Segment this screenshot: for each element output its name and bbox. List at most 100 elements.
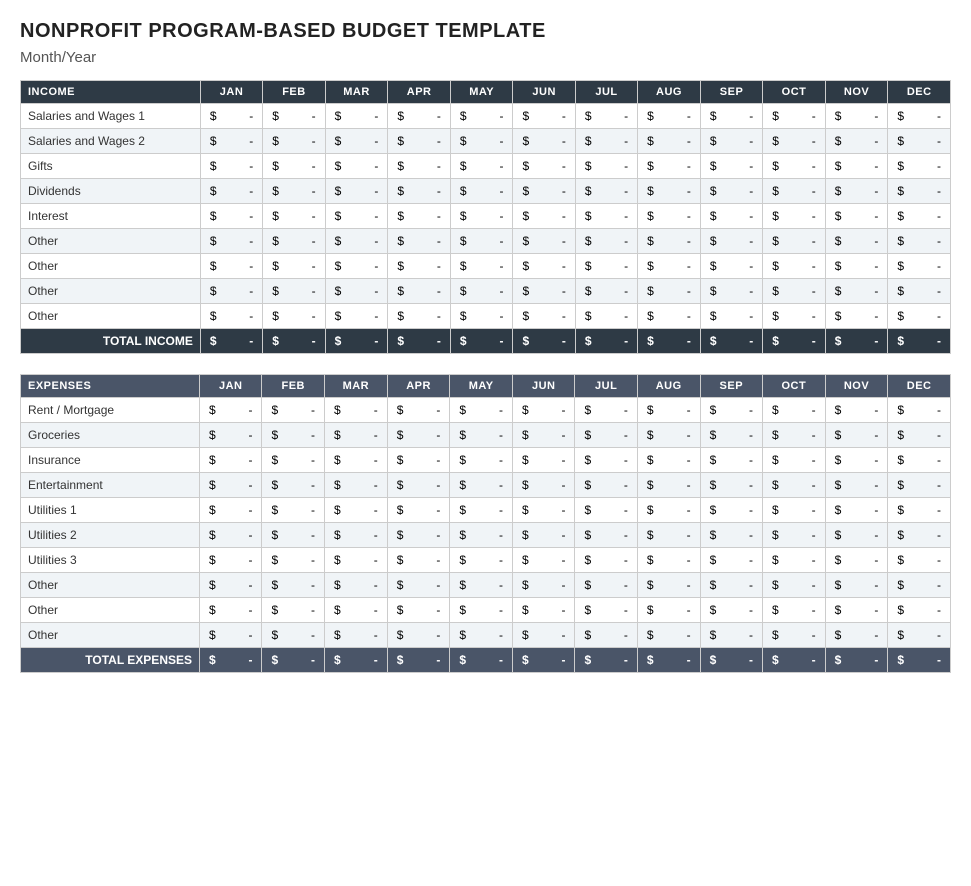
income-cell[interactable]: $- — [763, 179, 826, 204]
income-cell[interactable]: $- — [888, 304, 951, 329]
income-cell[interactable]: $- — [825, 279, 888, 304]
income-cell[interactable]: $- — [325, 129, 388, 154]
expense-cell[interactable]: $- — [700, 398, 762, 423]
expense-cell[interactable]: $- — [387, 498, 450, 523]
income-cell[interactable]: $- — [450, 179, 513, 204]
expense-cell[interactable]: $- — [450, 448, 513, 473]
income-cell[interactable]: $- — [888, 104, 951, 129]
expense-cell[interactable]: $- — [324, 573, 387, 598]
income-cell[interactable]: $- — [700, 129, 762, 154]
expense-cell[interactable]: $- — [262, 598, 324, 623]
income-cell[interactable]: $- — [575, 179, 637, 204]
expense-cell[interactable]: $- — [200, 548, 262, 573]
expense-cell[interactable]: $- — [450, 523, 513, 548]
expense-cell[interactable]: $- — [200, 598, 262, 623]
expense-cell[interactable]: $- — [512, 623, 574, 648]
income-cell[interactable]: $- — [700, 154, 762, 179]
expense-cell[interactable]: $- — [763, 573, 826, 598]
income-cell[interactable]: $- — [825, 229, 888, 254]
income-cell[interactable]: $- — [763, 254, 826, 279]
expense-cell[interactable]: $- — [575, 598, 637, 623]
expense-cell[interactable]: $- — [387, 448, 450, 473]
expense-cell[interactable]: $- — [825, 473, 888, 498]
income-cell[interactable]: $- — [263, 279, 325, 304]
expense-cell[interactable]: $- — [262, 398, 324, 423]
income-cell[interactable]: $- — [888, 229, 951, 254]
income-cell[interactable]: $- — [513, 154, 575, 179]
expense-cell[interactable]: $- — [387, 398, 450, 423]
expense-cell[interactable]: $- — [262, 473, 324, 498]
income-cell[interactable]: $- — [388, 104, 451, 129]
expense-cell[interactable]: $- — [825, 623, 888, 648]
income-cell[interactable]: $- — [325, 104, 388, 129]
expense-cell[interactable]: $- — [450, 398, 513, 423]
expense-cell[interactable]: $- — [825, 548, 888, 573]
expense-cell[interactable]: $- — [575, 498, 637, 523]
income-cell[interactable]: $- — [200, 154, 262, 179]
income-cell[interactable]: $- — [263, 304, 325, 329]
expense-cell[interactable]: $- — [888, 423, 951, 448]
expense-cell[interactable]: $- — [700, 523, 762, 548]
income-cell[interactable]: $- — [763, 229, 826, 254]
expense-cell[interactable]: $- — [575, 523, 637, 548]
expense-cell[interactable]: $- — [763, 473, 826, 498]
income-cell[interactable]: $- — [888, 279, 951, 304]
income-cell[interactable]: $- — [825, 179, 888, 204]
income-cell[interactable]: $- — [450, 104, 513, 129]
income-cell[interactable]: $- — [575, 279, 637, 304]
expense-cell[interactable]: $- — [888, 598, 951, 623]
income-cell[interactable]: $- — [200, 229, 262, 254]
expense-cell[interactable]: $- — [700, 498, 762, 523]
expense-cell[interactable]: $- — [387, 423, 450, 448]
expense-cell[interactable]: $- — [637, 623, 700, 648]
income-cell[interactable]: $- — [450, 279, 513, 304]
expense-cell[interactable]: $- — [637, 498, 700, 523]
expense-cell[interactable]: $- — [512, 398, 574, 423]
income-cell[interactable]: $- — [325, 204, 388, 229]
income-cell[interactable]: $- — [450, 229, 513, 254]
expense-cell[interactable]: $- — [700, 448, 762, 473]
income-cell[interactable]: $- — [200, 104, 262, 129]
income-cell[interactable]: $- — [513, 229, 575, 254]
expense-cell[interactable]: $- — [512, 423, 574, 448]
income-cell[interactable]: $- — [513, 279, 575, 304]
expense-cell[interactable]: $- — [450, 548, 513, 573]
expense-cell[interactable]: $- — [763, 398, 826, 423]
income-cell[interactable]: $- — [825, 129, 888, 154]
income-cell[interactable]: $- — [263, 204, 325, 229]
expense-cell[interactable]: $- — [450, 623, 513, 648]
income-cell[interactable]: $- — [888, 129, 951, 154]
income-cell[interactable]: $- — [513, 129, 575, 154]
income-cell[interactable]: $- — [450, 204, 513, 229]
expense-cell[interactable]: $- — [512, 448, 574, 473]
income-cell[interactable]: $- — [263, 104, 325, 129]
income-cell[interactable]: $- — [825, 254, 888, 279]
expense-cell[interactable]: $- — [888, 398, 951, 423]
income-cell[interactable]: $- — [575, 129, 637, 154]
expense-cell[interactable]: $- — [575, 573, 637, 598]
income-cell[interactable]: $- — [325, 279, 388, 304]
income-cell[interactable]: $- — [700, 179, 762, 204]
income-cell[interactable]: $- — [638, 154, 701, 179]
income-cell[interactable]: $- — [638, 254, 701, 279]
expense-cell[interactable]: $- — [888, 473, 951, 498]
income-cell[interactable]: $- — [263, 254, 325, 279]
income-cell[interactable]: $- — [450, 129, 513, 154]
expense-cell[interactable]: $- — [262, 573, 324, 598]
expense-cell[interactable]: $- — [575, 473, 637, 498]
expense-cell[interactable]: $- — [637, 473, 700, 498]
income-cell[interactable]: $- — [575, 204, 637, 229]
income-cell[interactable]: $- — [388, 204, 451, 229]
income-cell[interactable]: $- — [700, 279, 762, 304]
expense-cell[interactable]: $- — [387, 523, 450, 548]
expense-cell[interactable]: $- — [825, 598, 888, 623]
expense-cell[interactable]: $- — [763, 598, 826, 623]
income-cell[interactable]: $- — [638, 229, 701, 254]
income-cell[interactable]: $- — [388, 229, 451, 254]
expense-cell[interactable]: $- — [262, 523, 324, 548]
expense-cell[interactable]: $- — [637, 548, 700, 573]
income-cell[interactable]: $- — [325, 254, 388, 279]
expense-cell[interactable]: $- — [888, 573, 951, 598]
expense-cell[interactable]: $- — [512, 598, 574, 623]
income-cell[interactable]: $- — [263, 154, 325, 179]
